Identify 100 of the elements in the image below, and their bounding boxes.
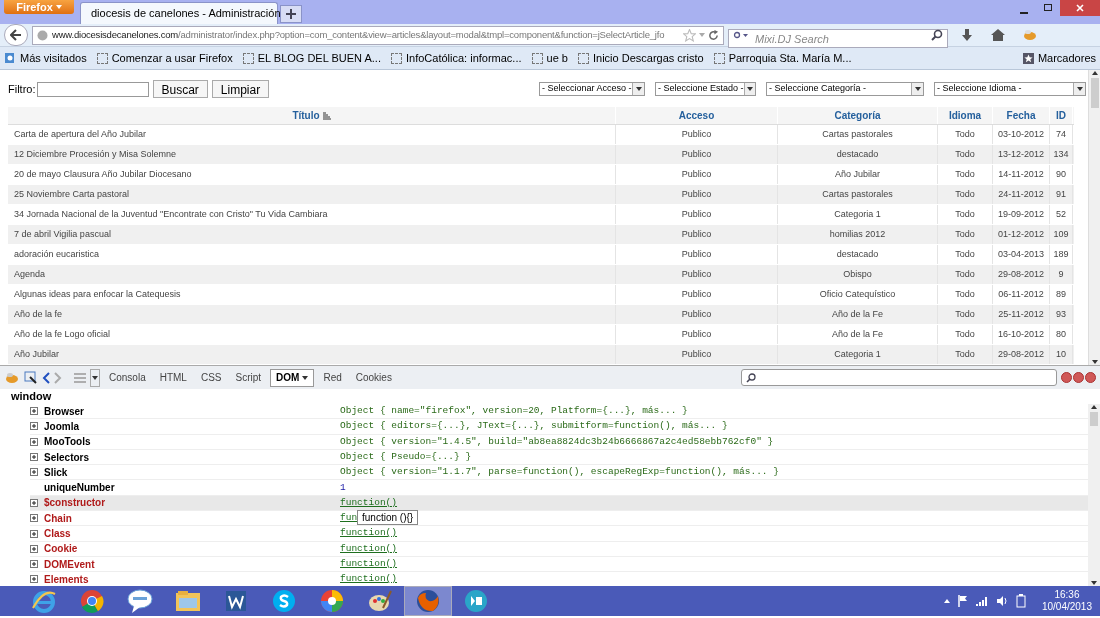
article-title-link[interactable]: 20 de mayo Clausura Año Jubilar Diocesano	[8, 165, 616, 184]
devtools-tab[interactable]: CSS	[195, 368, 227, 387]
download-icon[interactable]	[960, 28, 974, 42]
filter-field[interactable]	[36, 81, 149, 97]
search-icon[interactable]	[931, 28, 943, 41]
article-title-link[interactable]: Año Jubilar	[8, 345, 616, 364]
expand-icon[interactable]	[30, 437, 38, 446]
filter-select[interactable]: - Seleccione Idioma -	[934, 82, 1086, 96]
dom-row[interactable]: DOMEvent function()	[30, 556, 1088, 573]
bookmark-link[interactable]: Inicio Descargas cristo	[577, 49, 704, 67]
filter-select[interactable]: - Seleccionar Acceso -	[539, 82, 645, 96]
column-header[interactable]: Idioma	[938, 107, 993, 124]
devtools-tab[interactable]: DOM	[270, 368, 315, 387]
property-name: Class	[44, 527, 71, 542]
search-button[interactable]: Buscar	[152, 80, 208, 98]
article-title-link[interactable]: Año de la fe Logo oficial	[8, 325, 616, 344]
property-name: Slick	[44, 465, 68, 480]
menu-caret-button[interactable]	[90, 368, 100, 387]
filter-select[interactable]: - Seleccione Categoría -	[766, 82, 924, 96]
property-name: Cookie	[44, 542, 78, 557]
devtools-tab[interactable]: HTML	[154, 368, 192, 387]
inspect-icon[interactable]	[24, 370, 38, 385]
bookmark-link[interactable]: Más visitados	[4, 49, 87, 67]
column-header[interactable]: Acceso	[616, 107, 778, 124]
new-tab-button[interactable]	[280, 5, 302, 23]
dom-row[interactable]: uniqueNumber 1	[30, 480, 1088, 496]
detach-panel-icon[interactable]	[1073, 372, 1084, 383]
devtools-tab[interactable]: Consola	[104, 368, 151, 387]
scroll-thumb[interactable]	[1090, 412, 1098, 426]
expand-icon[interactable]	[30, 575, 38, 584]
article-title-link[interactable]: 25 Noviembre Carta pastoral	[8, 185, 616, 204]
expand-icon[interactable]	[30, 514, 38, 523]
filter-select[interactable]: - Seleccione Estado -	[655, 82, 756, 96]
bookmark-link[interactable]: ue b	[531, 49, 568, 67]
bookmark-link[interactable]: Comenzar a usar Firefox	[96, 49, 233, 67]
flag-icon[interactable]	[957, 595, 968, 607]
column-header[interactable]: Fecha	[993, 107, 1050, 124]
back-icon[interactable]	[42, 371, 50, 384]
column-header[interactable]: Título	[8, 107, 616, 124]
bookmark-link[interactable]: Parroquia Sta. María M...	[713, 49, 852, 67]
article-title-link[interactable]: 12 Diciembre Procesión y Misa Solemne	[8, 145, 616, 164]
search-field[interactable]: Mixi.DJ Search	[728, 29, 948, 48]
table-cell: Todo	[938, 325, 993, 344]
column-header[interactable]: Categoría	[778, 107, 938, 124]
speaker-icon[interactable]	[995, 595, 1008, 607]
article-title-link[interactable]: Carta de apertura del Año Jubilar	[8, 125, 616, 144]
bookmarks-menu[interactable]: Marcadores	[1022, 49, 1096, 67]
scroll-thumb[interactable]	[1090, 78, 1099, 108]
clock-time[interactable]: 16:36	[1054, 589, 1080, 601]
expand-icon[interactable]	[30, 544, 38, 553]
table-cell: 189	[1050, 245, 1073, 264]
signal-icon[interactable]	[975, 596, 988, 606]
article-title-link[interactable]: Año de la fe	[8, 305, 616, 324]
table-cell: 10	[1050, 345, 1073, 364]
article-title-link[interactable]: adoración eucaristica	[8, 245, 616, 264]
column-header[interactable]: ID	[1050, 107, 1073, 124]
article-title-link[interactable]: Algunas ideas para enfocar la Catequesis	[8, 285, 616, 304]
taskbar-button[interactable]	[404, 586, 452, 616]
dom-scrollbar[interactable]	[1088, 404, 1100, 586]
dom-row[interactable]: Cookie function()	[30, 541, 1088, 557]
dom-row[interactable]: Selectors Object { Pseudo={...} }	[30, 449, 1088, 466]
close-panel-icon[interactable]	[1085, 372, 1096, 383]
address-bar[interactable]: www.diocesisdecanelones.com/administrator/index.php?option=com_content&view=articles&layout=modal&tmpl=component&function=jSelectArticle_jfo	[32, 25, 724, 45]
home-icon[interactable]	[990, 28, 1006, 42]
bookmark-link[interactable]: InfoCatólica: informac...	[391, 49, 522, 67]
dom-row[interactable]: Slick Object { version="1.1.7", parse=function(), escapeRegExp=function(), más... }	[30, 465, 1088, 481]
table-cell: 25-11-2012	[993, 305, 1050, 324]
expand-icon[interactable]	[30, 422, 38, 431]
browser-tab[interactable]: diocesis de canelones - Administración	[80, 2, 278, 24]
expand-icon[interactable]	[30, 407, 38, 416]
expand-icon[interactable]	[30, 453, 38, 462]
search-engine-icon[interactable]	[733, 30, 749, 40]
article-title-link[interactable]: Agenda	[8, 265, 616, 284]
dom-search-field[interactable]	[741, 369, 1057, 386]
dom-row[interactable]: Browser Object { name="firefox", version=20, Platform={...}, más... }	[30, 404, 1088, 420]
clear-button[interactable]: Limpiar	[211, 80, 270, 98]
table-cell: 24-11-2012	[993, 185, 1050, 204]
battery-icon[interactable]	[1015, 594, 1026, 608]
dropdown-arrow-icon	[914, 86, 921, 92]
expand-icon[interactable]	[30, 468, 38, 477]
devtools-tab[interactable]: Red	[318, 368, 347, 387]
devtools-tab[interactable]: Cookies	[350, 368, 397, 387]
star-icon[interactable]	[683, 28, 696, 42]
expand-icon[interactable]	[30, 560, 38, 569]
dom-row[interactable]: Joomla Object { editors={...}, JText={...}, submitform=function(), más... }	[30, 419, 1088, 435]
article-title-link[interactable]: 34 Jornada Nacional de la Juventud "Encontrate con Cristo" Tu Vida Cambiara	[8, 205, 616, 224]
reload-icon[interactable]	[708, 29, 719, 41]
dom-row[interactable]: MooTools Object { version="1.4.5", build="ab8ea8824dc3b24b6666867a2c4ed58ebb762cf0" }	[30, 434, 1088, 450]
article-title-link[interactable]: 7 de abril Vigilia pascual	[8, 225, 616, 244]
page-scrollbar[interactable]	[1088, 70, 1100, 365]
minimize-panel-icon[interactable]	[1061, 372, 1072, 383]
table-cell: Publico	[616, 345, 778, 364]
bookmark-link[interactable]: EL BLOG DEL BUEN A...	[242, 49, 381, 67]
expand-icon[interactable]	[30, 498, 38, 507]
devtools-tab[interactable]: Script	[230, 368, 267, 387]
clock-date[interactable]: 10/04/2013	[1041, 601, 1092, 613]
expand-icon[interactable]	[30, 529, 38, 538]
dom-row[interactable]: Class function()	[30, 526, 1088, 542]
back-button[interactable]	[4, 24, 28, 46]
table-cell: Año de la Fe	[778, 305, 938, 324]
